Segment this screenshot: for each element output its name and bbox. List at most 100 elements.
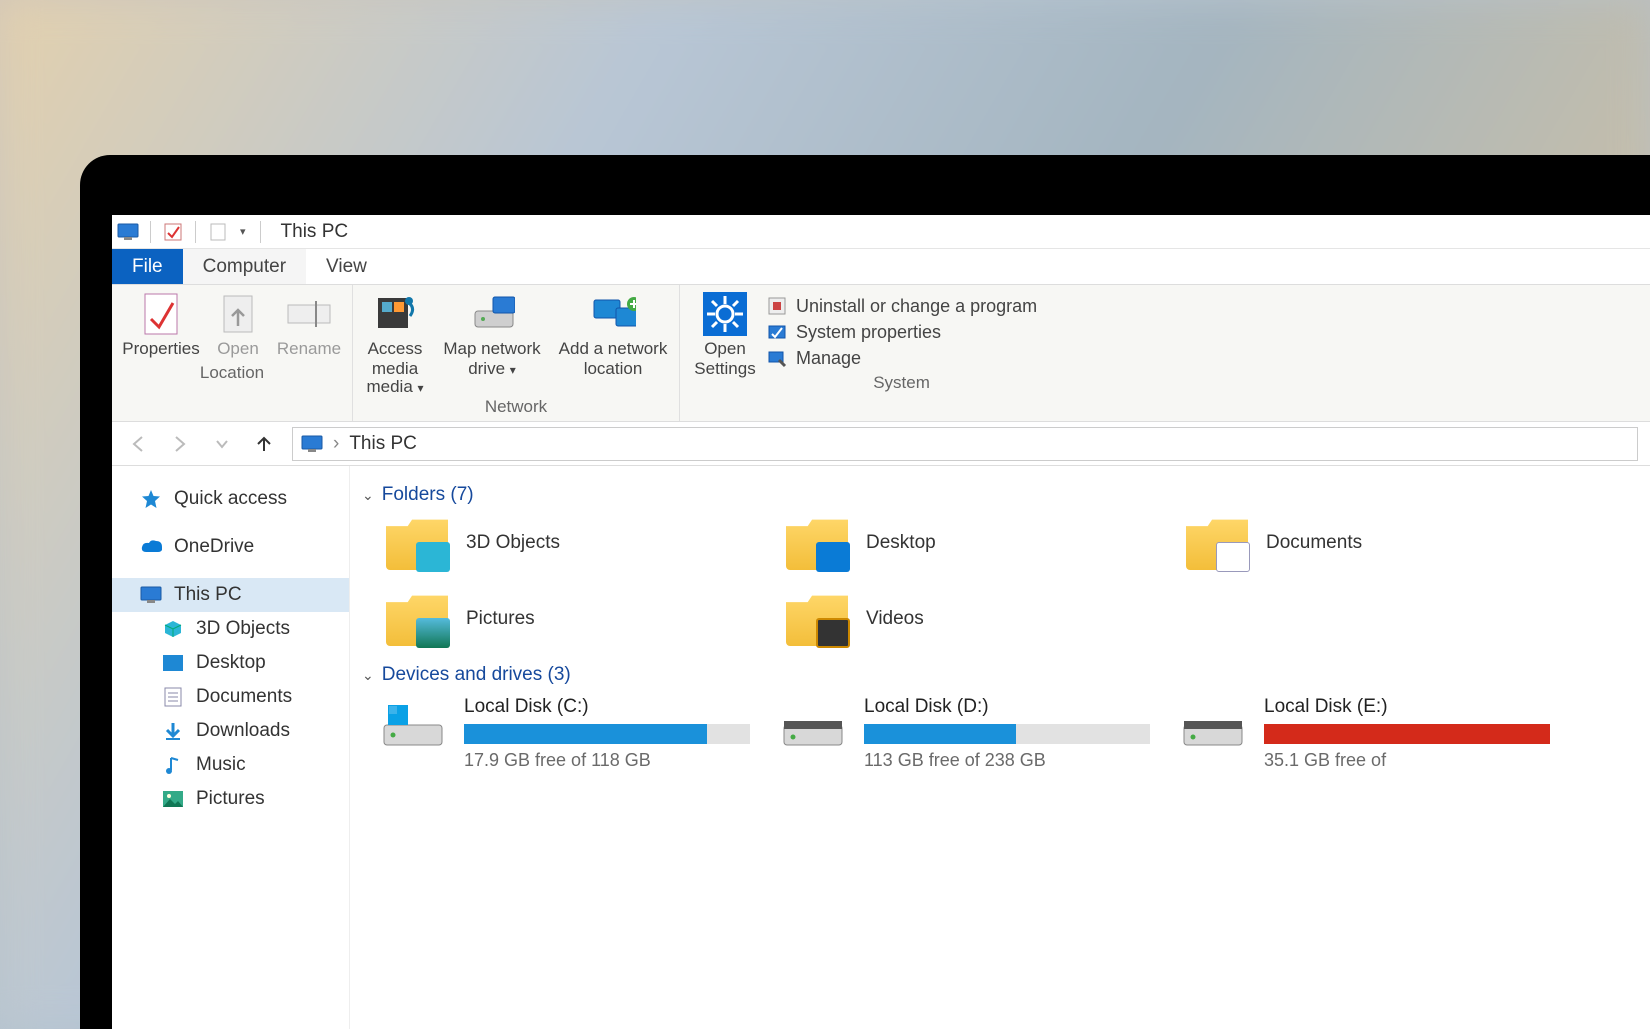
drive-usage-bar bbox=[1264, 724, 1550, 744]
sidebar-item-quick-access[interactable]: Quick access bbox=[112, 482, 349, 516]
tab-file[interactable]: File bbox=[112, 249, 183, 284]
sidebar-item-music[interactable]: Music bbox=[112, 748, 349, 782]
back-button[interactable] bbox=[124, 430, 152, 458]
navigation-pane: Quick access OneDrive This PC 3D Objects… bbox=[112, 466, 350, 1029]
folder-desktop[interactable]: Desktop bbox=[786, 516, 1186, 570]
content-pane: ⌄ Folders (7) 3D Objects Desktop Documen… bbox=[350, 466, 1650, 1029]
folder-label: Documents bbox=[1266, 532, 1362, 554]
desktop-label: Desktop bbox=[196, 652, 266, 674]
folder-videos[interactable]: Videos bbox=[786, 592, 1186, 646]
qat-blank-icon[interactable] bbox=[206, 222, 230, 242]
forward-button[interactable] bbox=[166, 430, 194, 458]
map-network-drive-button[interactable]: Map network drive ▾ bbox=[437, 291, 547, 393]
open-button[interactable]: Open bbox=[210, 291, 266, 359]
sidebar-item-desktop[interactable]: Desktop bbox=[112, 646, 349, 680]
rename-label: Rename bbox=[277, 339, 341, 359]
properties-icon bbox=[138, 291, 184, 337]
system-properties-icon bbox=[766, 321, 788, 343]
drive-free-text: 113 GB free of 238 GB bbox=[864, 750, 1150, 771]
drive-icon bbox=[1178, 696, 1248, 752]
drive-free-text: 17.9 GB free of 118 GB bbox=[464, 750, 750, 771]
properties-label: Properties bbox=[122, 339, 199, 359]
drive-usage-bar bbox=[464, 724, 750, 744]
folders-grid: 3D Objects Desktop Documents Pictures Vi… bbox=[386, 516, 1640, 646]
open-settings-l2: Settings bbox=[694, 359, 755, 379]
3d-objects-label: 3D Objects bbox=[196, 618, 290, 640]
map-drive-l1: Map network bbox=[443, 339, 540, 359]
file-explorer-window: ▾ This PC File Computer View Properties bbox=[112, 215, 1650, 1029]
sidebar-item-downloads[interactable]: Downloads bbox=[112, 714, 349, 748]
recent-locations-button[interactable] bbox=[208, 430, 236, 458]
ribbon: Properties Open Rename Location bbox=[112, 285, 1650, 422]
up-button[interactable] bbox=[250, 430, 278, 458]
folder-pictures[interactable]: Pictures bbox=[386, 592, 786, 646]
group-label-location: Location bbox=[200, 363, 264, 383]
section-drives-header[interactable]: ⌄ Devices and drives (3) bbox=[362, 664, 1640, 686]
uninstall-label: Uninstall or change a program bbox=[796, 296, 1037, 317]
open-label: Open bbox=[217, 339, 259, 359]
drive-usage-bar bbox=[864, 724, 1150, 744]
chevron-down-icon: ⌄ bbox=[362, 667, 374, 684]
tab-computer[interactable]: Computer bbox=[183, 249, 306, 284]
folder-label: Pictures bbox=[466, 608, 535, 630]
manage-icon bbox=[766, 347, 788, 369]
open-settings-button[interactable]: Open Settings bbox=[690, 291, 760, 380]
folder-label: Desktop bbox=[866, 532, 936, 554]
access-media-l1: Access media bbox=[363, 339, 427, 380]
titlebar-divider bbox=[195, 221, 196, 243]
add-network-location-button[interactable]: Add a network location bbox=[557, 291, 669, 393]
titlebar: ▾ This PC bbox=[112, 215, 1650, 249]
onedrive-icon bbox=[140, 536, 162, 558]
sidebar-item-onedrive[interactable]: OneDrive bbox=[112, 530, 349, 564]
titlebar-divider bbox=[150, 221, 151, 243]
sidebar-item-this-pc[interactable]: This PC bbox=[112, 578, 349, 612]
add-network-icon bbox=[590, 291, 636, 337]
qat-customize-icon[interactable]: ▾ bbox=[236, 225, 250, 238]
sidebar-item-documents[interactable]: Documents bbox=[112, 680, 349, 714]
drive-icon bbox=[778, 696, 848, 752]
address-bar[interactable]: › This PC bbox=[292, 427, 1638, 461]
group-label-system: System bbox=[873, 373, 930, 393]
properties-button[interactable]: Properties bbox=[122, 291, 200, 359]
network-drive-icon bbox=[469, 291, 515, 337]
folder-label: Videos bbox=[866, 608, 924, 630]
pictures-label: Pictures bbox=[196, 788, 265, 810]
uninstall-program-button[interactable]: Uninstall or change a program bbox=[766, 295, 1037, 317]
folder-documents[interactable]: Documents bbox=[1186, 516, 1586, 570]
star-icon bbox=[140, 488, 162, 510]
add-loc-l2: location bbox=[584, 359, 643, 379]
sidebar-item-pictures[interactable]: Pictures bbox=[112, 782, 349, 816]
rename-button[interactable]: Rename bbox=[276, 291, 342, 359]
system-properties-label: System properties bbox=[796, 322, 941, 343]
manage-button[interactable]: Manage bbox=[766, 347, 1037, 369]
drives-label: Devices and drives (3) bbox=[382, 664, 571, 686]
folder-icon bbox=[786, 592, 848, 646]
map-drive-l2: drive bbox=[468, 359, 505, 378]
chevron-down-icon: ⌄ bbox=[362, 487, 374, 504]
sidebar-item-3d-objects[interactable]: 3D Objects bbox=[112, 612, 349, 646]
onedrive-label: OneDrive bbox=[174, 536, 254, 558]
music-icon bbox=[162, 754, 184, 776]
drive-e[interactable]: Local Disk (E:) 35.1 GB free of bbox=[1178, 696, 1578, 771]
section-folders-header[interactable]: ⌄ Folders (7) bbox=[362, 484, 1640, 506]
group-label-network: Network bbox=[485, 397, 547, 417]
tab-view[interactable]: View bbox=[306, 249, 387, 284]
breadcrumb-this-pc[interactable]: This PC bbox=[349, 433, 417, 455]
this-pc-icon bbox=[116, 222, 140, 242]
open-settings-l1: Open bbox=[704, 339, 746, 359]
drive-d[interactable]: Local Disk (D:) 113 GB free of 238 GB bbox=[778, 696, 1178, 771]
drive-free-text: 35.1 GB free of bbox=[1264, 750, 1550, 771]
documents-icon bbox=[162, 686, 184, 708]
folder-icon bbox=[786, 516, 848, 570]
properties-qat-icon[interactable] bbox=[161, 222, 185, 242]
folder-3d-objects[interactable]: 3D Objects bbox=[386, 516, 786, 570]
breadcrumb-separator-icon[interactable]: › bbox=[333, 433, 339, 455]
pictures-icon bbox=[162, 788, 184, 810]
drive-icon bbox=[378, 696, 448, 752]
navigation-bar: › This PC bbox=[112, 422, 1650, 466]
access-media-button[interactable]: Access media media ▾ bbox=[363, 291, 427, 393]
manage-label: Manage bbox=[796, 348, 861, 369]
rename-icon bbox=[286, 291, 332, 337]
system-properties-button[interactable]: System properties bbox=[766, 321, 1037, 343]
drive-c[interactable]: Local Disk (C:) 17.9 GB free of 118 GB bbox=[378, 696, 778, 771]
